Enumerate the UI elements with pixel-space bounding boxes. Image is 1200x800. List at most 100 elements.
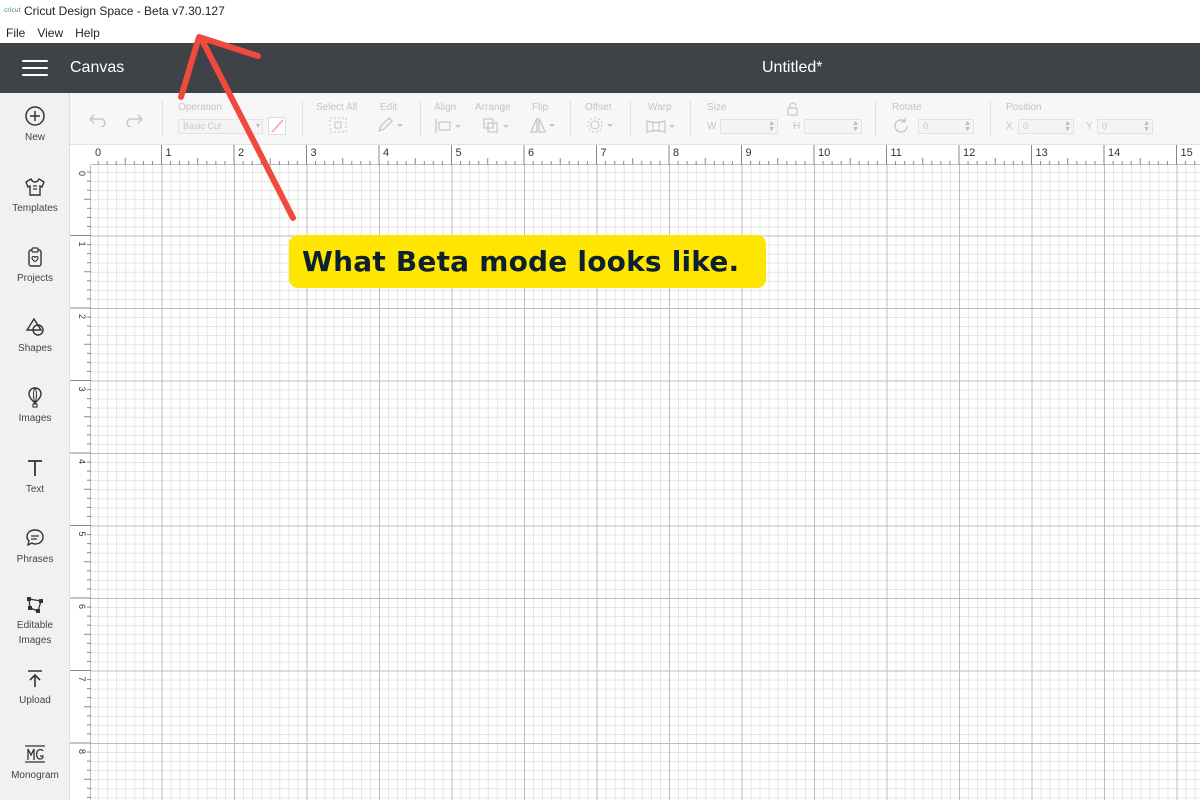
operation-select[interactable]: Basic Cut ▾ <box>178 119 263 134</box>
toolbar-divider <box>570 101 571 137</box>
ruler-label-h: 13 <box>1036 147 1048 159</box>
ruler-label-v: 6 <box>77 604 87 609</box>
operation-value: Basic Cut <box>183 121 222 131</box>
ruler-label-v: 4 <box>77 459 87 464</box>
sidebar-item-phrases[interactable]: Phrases <box>0 527 70 567</box>
menu-bar: File View Help <box>0 22 1200 43</box>
ruler-label-v: 3 <box>77 387 87 392</box>
app-window: cricut Cricut Design Space - Beta v7.30.… <box>0 0 1200 800</box>
edit-toolbar: Operation Basic Cut ▾ Select All Edit Ali… <box>70 93 1200 145</box>
menu-help[interactable]: Help <box>69 26 106 40</box>
plus-circle-icon <box>25 106 45 126</box>
align-icon[interactable] <box>434 117 464 135</box>
clipboard-icon <box>28 247 42 267</box>
sidebar-item-images[interactable]: Images <box>0 386 70 426</box>
warp-icon[interactable] <box>645 117 679 135</box>
sidebar-label: Upload <box>19 695 51 706</box>
position-x-label: X <box>1006 121 1013 132</box>
ruler-corner <box>70 145 91 165</box>
ruler-label-h: 8 <box>673 147 679 159</box>
position-x-input[interactable]: 0 ▲ ▼ <box>1018 119 1074 134</box>
ruler-ticks: 0 1 2 3 4 5 6 7 8 <box>70 171 91 798</box>
horizontal-ruler: 0 1 2 3 4 5 6 7 8 9 10 11 12 13 14 15 <box>91 145 1200 165</box>
sidebar-label: Monogram <box>11 770 59 781</box>
align-label: Align <box>434 102 457 113</box>
spinner-icon: ▲ ▼ <box>852 120 859 133</box>
size-h-label: H <box>793 121 801 132</box>
linetype-color-swatch[interactable] <box>268 117 286 135</box>
left-sidebar: New Templates Projects Shapes Images Tex… <box>0 93 70 800</box>
shirt-icon <box>25 178 45 196</box>
sidebar-item-text[interactable]: Text <box>0 457 70 497</box>
ruler-label-v: 1 <box>77 242 87 247</box>
upload-icon <box>28 670 42 687</box>
sidebar-label: Projects <box>16 273 54 284</box>
project-title[interactable]: Untitled* <box>762 59 822 77</box>
sidebar-item-templates[interactable]: Templates <box>0 176 70 216</box>
size-label: Size <box>707 102 727 113</box>
sidebar-item-shapes[interactable]: Shapes <box>0 316 70 356</box>
rotate-label: Rotate <box>892 102 922 113</box>
ruler-label-v: 0 <box>77 171 87 176</box>
rotate-input[interactable]: 0 ▲ ▼ <box>918 119 974 134</box>
rotate-value: 0 <box>923 121 929 131</box>
ruler-label-h: 2 <box>238 147 244 159</box>
chevron-down-icon: ▾ <box>255 121 260 130</box>
ruler-label-h: 12 <box>963 147 975 159</box>
operation-label: Operation <box>178 102 222 113</box>
offset-icon[interactable] <box>586 115 616 135</box>
position-label: Position <box>1006 102 1042 113</box>
select-all-icon[interactable] <box>328 116 348 134</box>
size-width-input[interactable]: ▲ ▼ <box>720 119 778 134</box>
sidebar-label: Editable Images <box>16 620 54 646</box>
ruler-label-h: 6 <box>528 147 534 159</box>
size-height-input[interactable]: ▲ ▼ <box>804 119 862 134</box>
sidebar-item-editable-images[interactable]: Editable Images <box>0 593 70 648</box>
arrange-icon[interactable] <box>482 117 512 135</box>
lock-icon[interactable] <box>786 102 800 116</box>
app-header: Canvas Untitled* <box>0 43 1200 93</box>
ruler-label-h: 1 <box>166 147 172 159</box>
toolbar-divider <box>630 101 631 137</box>
sidebar-item-monogram[interactable]: Monogram <box>0 743 70 783</box>
offset-label: Offset <box>585 102 612 113</box>
size-w-label: W <box>707 121 717 132</box>
ruler-label-h: 0 <box>95 147 101 159</box>
shapes-icon <box>25 317 44 336</box>
sidebar-item-projects[interactable]: Projects <box>0 246 70 286</box>
menu-view[interactable]: View <box>31 26 69 40</box>
rotate-icon <box>894 118 908 133</box>
ruler-label-h: 9 <box>746 147 752 159</box>
editable-images-icon <box>27 597 43 613</box>
monogram-icon <box>25 745 45 763</box>
ruler-label-h: 5 <box>456 147 462 159</box>
ruler-label-v: 2 <box>77 314 87 319</box>
ruler-label-v: 8 <box>77 749 87 754</box>
sidebar-label: Templates <box>12 203 58 214</box>
flip-label: Flip <box>532 102 549 113</box>
header-section-title: Canvas <box>70 59 125 76</box>
sidebar-label: Images <box>18 413 52 424</box>
sidebar-label: Text <box>25 484 45 495</box>
window-title-bar: cricut Cricut Design Space - Beta v7.30.… <box>0 0 1200 22</box>
flip-icon[interactable] <box>528 116 558 134</box>
toolbar-divider <box>990 101 991 137</box>
position-y-value: 0 <box>1102 121 1108 131</box>
pencil-icon[interactable] <box>376 116 406 134</box>
ruler-label-h: 4 <box>383 147 389 159</box>
window-title: Cricut Design Space - Beta v7.30.127 <box>24 4 225 18</box>
ruler-label-v: 7 <box>77 677 87 682</box>
menu-file[interactable]: File <box>0 26 31 40</box>
position-y-input[interactable]: 0 ▲ ▼ <box>1097 119 1153 134</box>
undo-icon[interactable] <box>88 111 108 127</box>
edit-label: Edit <box>380 102 398 113</box>
sidebar-item-new[interactable]: New <box>0 105 70 145</box>
sidebar-item-upload[interactable]: Upload <box>0 668 70 708</box>
sidebar-label: New <box>24 132 45 143</box>
hamburger-menu-icon[interactable] <box>22 60 48 78</box>
redo-icon[interactable] <box>124 111 144 127</box>
vertical-ruler: 0 1 2 3 4 5 6 7 8 <box>70 165 91 800</box>
ruler-label-h: 7 <box>601 147 607 159</box>
annotation-callout: What Beta mode looks like. <box>289 235 766 288</box>
toolbar-divider <box>162 101 163 137</box>
